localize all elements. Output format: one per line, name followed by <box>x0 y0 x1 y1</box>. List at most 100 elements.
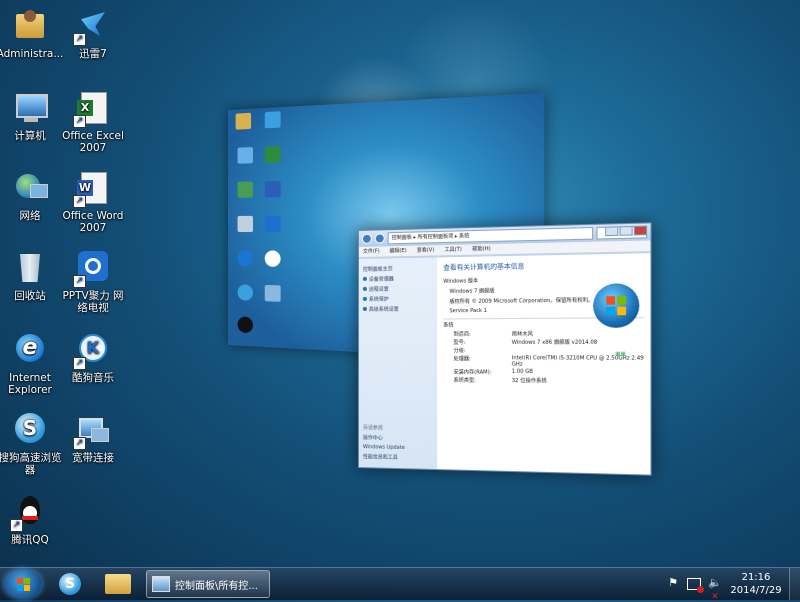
mini-network-icon <box>232 181 259 199</box>
menu-item-file[interactable]: 文件(F) <box>363 247 380 257</box>
mini-computer-icon <box>232 147 259 165</box>
desktop-icon-label: Office Excel 2007 <box>58 130 128 154</box>
taskbar: S 控制面板\所有控... ⚑ 🔈✕ 21:16 2014/7/29 <box>0 567 800 600</box>
task-pane: 控制面板主页 设备管理器 远程设置 系统保护 高级系统设置 另请参阅 操作中心 … <box>359 257 437 469</box>
prop-key: 安装内存(RAM): <box>454 368 508 375</box>
prop-key: 型号: <box>454 339 508 346</box>
sogou-browser-icon: S <box>59 573 81 595</box>
link-advanced-settings[interactable]: 高级系统设置 <box>363 305 433 313</box>
shield-icon <box>363 297 367 301</box>
shield-icon <box>363 287 367 291</box>
mini-sogou-icon <box>232 284 259 302</box>
mini-thunder-icon <box>259 111 287 130</box>
kugou-music-icon: K ↗ <box>75 332 111 368</box>
volume-muted-icon[interactable]: 🔈✕ <box>707 576 723 592</box>
forward-icon[interactable] <box>375 233 385 243</box>
clock-time: 21:16 <box>726 571 786 584</box>
desktop-icon-label: PPTV聚力 网络电视 <box>58 290 128 314</box>
shortcut-arrow-icon: ↗ <box>73 115 86 128</box>
maximize-icon[interactable] <box>619 226 632 236</box>
link-device-manager[interactable]: 设备管理器 <box>363 275 433 283</box>
window-body: 控制面板主页 设备管理器 远程设置 系统保护 高级系统设置 另请参阅 操作中心 … <box>359 253 650 474</box>
clock[interactable]: 21:16 2014/7/29 <box>726 571 786 597</box>
shortcut-arrow-icon: ↗ <box>73 33 86 46</box>
link-control-panel-home[interactable]: 控制面板主页 <box>363 265 433 273</box>
desktop-icon-pptv[interactable]: ↗ PPTV聚力 网络电视 <box>58 250 128 314</box>
windows-logo-icon <box>17 578 23 584</box>
taskbar-pin-sogou[interactable]: S <box>48 570 92 598</box>
mini-user-folder-icon <box>230 112 257 130</box>
shortcut-arrow-icon: ↗ <box>73 437 86 450</box>
flip3d-system-window-preview[interactable]: 控制面板 ▸ 所有控制面板项 ▸ 系统 文件(F) 编辑(E) 查看(V) 工具… <box>358 222 652 475</box>
system-info-panel: 查看有关计算机的基本信息 Windows 版本 Windows 7 旗舰版 版权… <box>437 253 650 474</box>
link-remote-settings[interactable]: 远程设置 <box>363 285 433 293</box>
mini-kugou-icon <box>259 250 287 268</box>
excel-icon: X ↗ <box>75 90 111 126</box>
desktop-icon-label: Office Word 2007 <box>58 210 128 234</box>
desktop-icon-kugou[interactable]: K ↗ 酷狗音乐 <box>58 332 128 384</box>
show-desktop-button[interactable] <box>789 568 800 600</box>
mini-ie-icon <box>232 250 259 268</box>
shortcut-arrow-icon: ↗ <box>73 357 86 370</box>
desktop-icon-label: Internet Explorer <box>0 372 65 396</box>
link-performance-tools[interactable]: 性能信息和工具 <box>363 453 405 461</box>
internet-explorer-icon: e <box>12 332 48 368</box>
close-icon[interactable] <box>634 226 647 236</box>
desktop-icon-computer[interactable]: 计算机 <box>0 90 65 142</box>
desktop-icon-label: 宽带连接 <box>58 452 128 464</box>
desktop-icon-qq[interactable]: ↗ 腾讯QQ <box>0 494 65 546</box>
network-warning-icon[interactable] <box>687 578 701 590</box>
windows-logo-icon <box>593 283 639 328</box>
desktop-icon-word[interactable]: W ↗ Office Word 2007 <box>58 170 128 234</box>
link-windows-update[interactable]: Windows Update <box>363 444 405 451</box>
desktop-icon-ie[interactable]: e Internet Explorer <box>0 332 65 396</box>
menu-item-tools[interactable]: 工具(T) <box>444 245 461 256</box>
desktop-icon-label: Administra... <box>0 48 65 60</box>
desktop-icon-label: 计算机 <box>0 130 65 142</box>
oem-logo-icon: ▦▦ <box>602 351 639 379</box>
mini-qq-icon <box>232 316 259 334</box>
flag-icon[interactable]: ⚑ <box>665 576 681 592</box>
mini-broadband-icon <box>259 285 287 303</box>
menu-item-view[interactable]: 查看(V) <box>417 245 435 256</box>
desktop-icon-label: 网络 <box>0 210 65 222</box>
shortcut-arrow-icon: ↗ <box>73 195 86 208</box>
shortcut-arrow-icon: ↗ <box>10 519 23 532</box>
menu-item-edit[interactable]: 编辑(E) <box>390 246 407 256</box>
user-folder-icon <box>12 8 48 44</box>
mini-pptv-icon <box>259 216 287 233</box>
mini-word-icon <box>259 181 287 199</box>
minimize-icon[interactable] <box>605 226 618 236</box>
link-system-protection[interactable]: 系统保护 <box>363 295 433 303</box>
qq-penguin-icon: ↗ <box>12 494 48 530</box>
prop-key: 处理器: <box>454 355 508 367</box>
folder-icon <box>105 574 131 594</box>
prop-key: 系统类型: <box>454 377 508 385</box>
pptv-icon: ↗ <box>75 250 111 286</box>
shield-icon <box>363 307 367 311</box>
desktop-icon-broadband[interactable]: ↗ 宽带连接 <box>58 412 128 464</box>
prop-value: 雨林木风 <box>512 330 644 338</box>
desktop-icon-sogou-browser[interactable]: S 搜狗高速浏览器 <box>0 412 65 476</box>
sogou-browser-icon: S <box>12 412 48 448</box>
taskbar-task-control-panel[interactable]: 控制面板\所有控... <box>146 570 270 598</box>
desktop-icon-label: 搜狗高速浏览器 <box>0 452 65 476</box>
start-button[interactable] <box>4 569 42 599</box>
desktop-icon-recycle-bin[interactable]: 回收站 <box>0 250 65 302</box>
prop-value: Windows 7 x86 旗舰版 v2014.08 <box>512 338 644 346</box>
link-action-center[interactable]: 操作中心 <box>363 434 405 442</box>
control-panel-icon <box>152 576 170 592</box>
desktop-icon-network[interactable]: 网络 <box>0 170 65 222</box>
task-label: 控制面板\所有控... <box>175 577 258 592</box>
menu-item-help[interactable]: 帮助(H) <box>472 244 490 255</box>
prop-key: 分级: <box>454 347 508 354</box>
mini-recycle-bin-icon <box>232 216 259 233</box>
shield-icon <box>363 277 367 281</box>
desktop-icon-excel[interactable]: X ↗ Office Excel 2007 <box>58 90 128 154</box>
taskbar-pin-explorer[interactable] <box>96 570 140 598</box>
see-also-section: 另请参阅 操作中心 Windows Update 性能信息和工具 <box>363 421 405 464</box>
desktop-icon-xunlei[interactable]: ↗ 迅雷7 <box>58 8 128 60</box>
desktop-icon-administrator[interactable]: Administra... <box>0 8 65 60</box>
window-controls <box>605 226 647 237</box>
back-icon[interactable] <box>362 234 372 244</box>
